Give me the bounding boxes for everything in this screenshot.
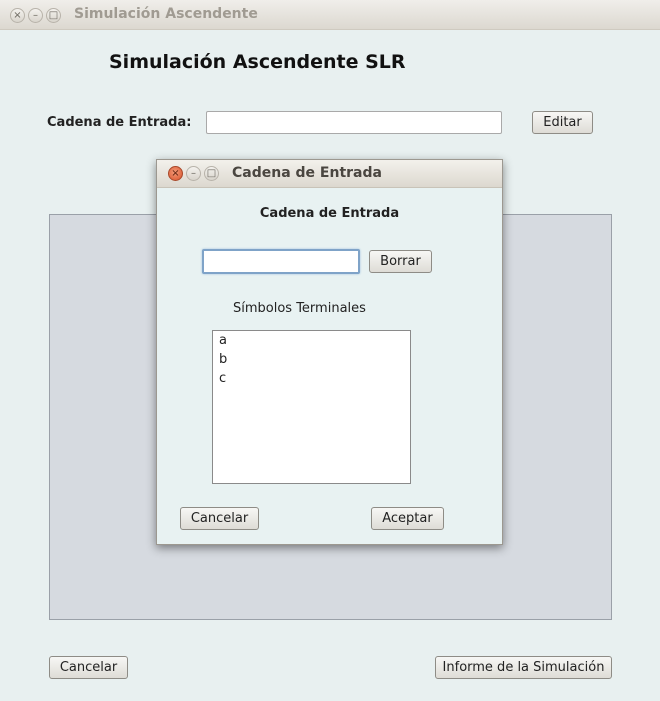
dialog-input-field[interactable]	[202, 249, 360, 274]
list-item[interactable]: c	[213, 369, 410, 388]
input-string-field[interactable]	[206, 111, 502, 134]
cancel-button[interactable]: Cancelar	[49, 656, 128, 679]
terminal-symbols-label: Símbolos Terminales	[233, 301, 366, 316]
terminal-symbols-list[interactable]: a b c	[212, 330, 411, 484]
dialog-close-icon[interactable]: ×	[168, 166, 183, 181]
window-title: Simulación Ascendente	[74, 6, 258, 22]
accept-button[interactable]: Aceptar	[371, 507, 444, 530]
list-item[interactable]: a	[213, 331, 410, 350]
maximize-icon[interactable]: □	[46, 8, 61, 23]
dialog-title: Cadena de Entrada	[232, 165, 382, 181]
clear-button[interactable]: Borrar	[369, 250, 432, 273]
input-string-dialog: × – □ Cadena de Entrada Cadena de Entrad…	[156, 159, 503, 545]
main-titlebar: × – □ Simulación Ascendente	[0, 0, 660, 30]
minimize-icon[interactable]: –	[28, 8, 43, 23]
dialog-minimize-icon[interactable]: –	[186, 166, 201, 181]
edit-button[interactable]: Editar	[532, 111, 593, 134]
dialog-heading: Cadena de Entrada	[259, 206, 400, 221]
page-title: Simulación Ascendente SLR	[109, 51, 406, 73]
close-icon[interactable]: ×	[10, 8, 25, 23]
simulation-report-button[interactable]: Informe de la Simulación	[435, 656, 612, 679]
input-string-label: Cadena de Entrada:	[47, 115, 192, 130]
dialog-maximize-icon[interactable]: □	[204, 166, 219, 181]
dialog-cancel-button[interactable]: Cancelar	[180, 507, 259, 530]
dialog-titlebar: × – □ Cadena de Entrada	[157, 160, 502, 188]
list-item[interactable]: b	[213, 350, 410, 369]
